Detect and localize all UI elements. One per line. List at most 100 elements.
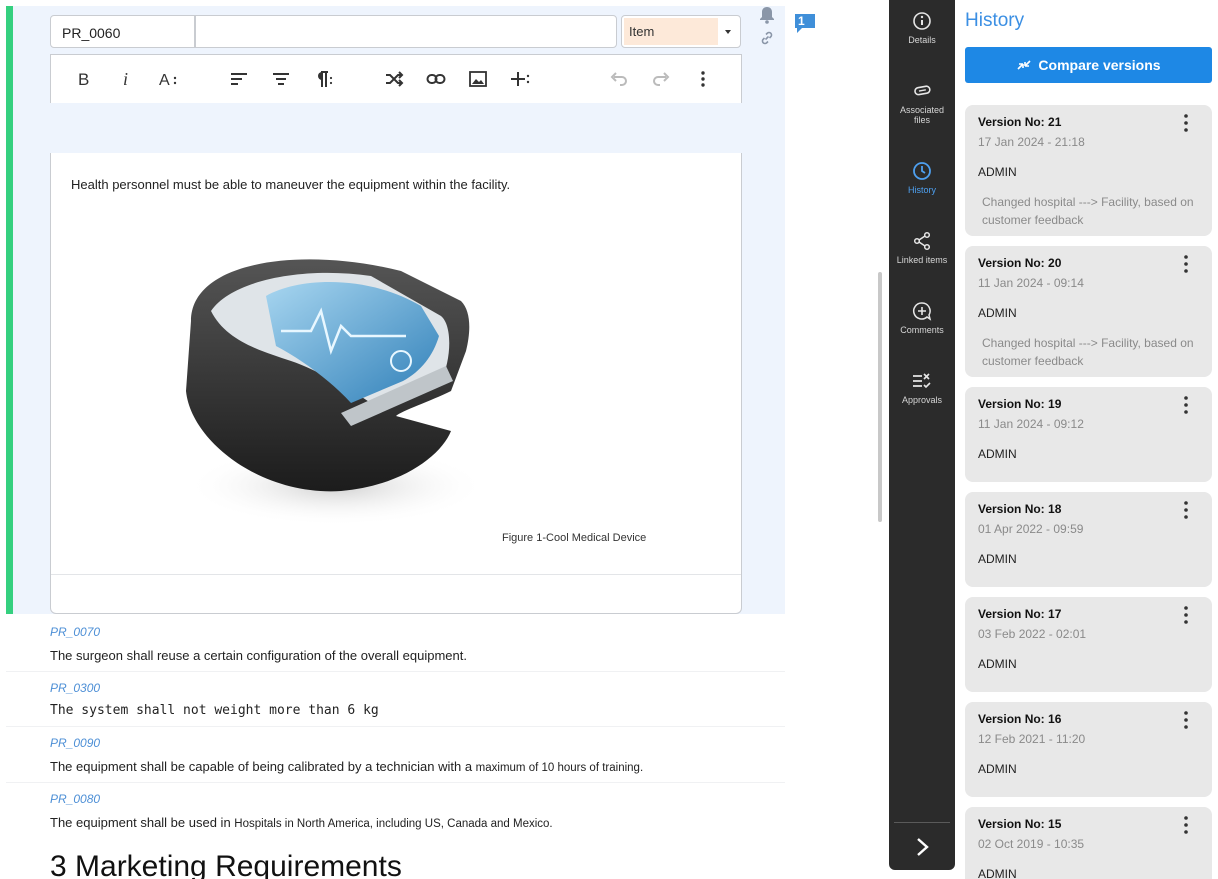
version-user: ADMIN	[978, 867, 1017, 879]
comment-count: 1	[798, 14, 805, 28]
requirement-body-text: Health personnel must be able to maneuve…	[71, 177, 511, 192]
rail-item-approvals[interactable]: Approvals	[889, 371, 955, 405]
rail-item-linked-items[interactable]: Linked items	[889, 231, 955, 265]
undo-icon	[610, 72, 627, 86]
document-body[interactable]: Health personnel must be able to maneuve…	[50, 153, 742, 614]
kebab-menu-icon[interactable]	[1179, 815, 1193, 835]
kebab-menu-icon[interactable]	[1179, 500, 1193, 520]
font-size-icon: A	[159, 72, 177, 89]
requirement-text: The equipment shall be used in Hospitals…	[50, 815, 785, 830]
version-number: Version No: 21	[978, 115, 1062, 129]
item-title-field[interactable]	[195, 15, 617, 48]
kebab-menu-icon[interactable]	[1179, 395, 1193, 415]
side-icon-rail: Details Associated files History Linked …	[889, 0, 955, 870]
comment-count-badge[interactable]: 1	[794, 13, 816, 34]
version-card[interactable]: Version No: 15 02 Oct 2019 - 10:35 ADMIN	[965, 807, 1212, 879]
requirement-text: The surgeon shall reuse a certain config…	[50, 648, 467, 663]
clock-icon	[913, 162, 931, 180]
panel-title: History	[965, 10, 1025, 31]
version-user: ADMIN	[978, 306, 1017, 320]
list-item[interactable]: PR_0080 The equipment shall be used in H…	[50, 792, 785, 830]
version-card[interactable]: Version No: 20 11 Jan 2024 - 09:14 ADMIN…	[965, 246, 1212, 377]
version-note: Changed hospital ---> Facility, based on…	[982, 195, 1194, 227]
link-icon[interactable]	[759, 30, 775, 46]
insert-more-button[interactable]	[508, 67, 532, 91]
figure-caption: Figure 1-Cool Medical Device	[502, 532, 647, 544]
paragraph-icon	[318, 71, 333, 87]
bold-button[interactable]: B	[72, 67, 96, 91]
font-size-button[interactable]: A	[156, 67, 180, 91]
redo-button[interactable]	[649, 67, 673, 91]
medical-device-image	[186, 259, 486, 526]
rail-item-associated-files[interactable]: Associated files	[889, 81, 955, 125]
compare-arrows-icon	[1017, 60, 1031, 70]
more-options-button[interactable]	[691, 67, 715, 91]
version-date: 11 Jan 2024 - 09:12	[978, 417, 1084, 431]
version-date: 11 Jan 2024 - 09:14	[978, 276, 1084, 290]
section-heading: 3 Marketing Requirements	[50, 850, 402, 879]
list-item[interactable]: PR_0070 The surgeon shall reuse a certai…	[50, 625, 785, 663]
requirement-id[interactable]: PR_0090	[50, 736, 785, 750]
align-left-button[interactable]	[227, 67, 251, 91]
divider	[6, 726, 785, 727]
requirement-id[interactable]: PR_0300	[50, 681, 785, 695]
caret-down-icon	[725, 30, 731, 34]
info-icon	[913, 12, 931, 30]
rail-item-details[interactable]: Details	[889, 11, 955, 45]
redo-icon	[653, 72, 670, 86]
compare-versions-label: Compare versions	[1038, 57, 1161, 73]
add-comment-icon	[912, 302, 932, 321]
version-card[interactable]: Version No: 19 11 Jan 2024 - 09:12 ADMIN	[965, 387, 1212, 482]
editor-toolbar: B i A	[50, 54, 742, 103]
rail-label: Linked items	[896, 255, 948, 265]
kebab-menu-icon[interactable]	[1179, 113, 1193, 133]
version-date: 12 Feb 2021 - 11:20	[978, 732, 1086, 746]
divider	[6, 671, 785, 672]
version-card[interactable]: Version No: 18 01 Apr 2022 - 09:59 ADMIN	[965, 492, 1212, 587]
align-center-icon	[273, 73, 289, 85]
version-card[interactable]: Version No: 21 17 Jan 2024 - 21:18 ADMIN…	[965, 105, 1212, 236]
rail-item-history[interactable]: History	[889, 161, 955, 195]
svg-text:A: A	[159, 72, 170, 89]
version-card[interactable]: Version No: 17 03 Feb 2022 - 02:01 ADMIN	[965, 597, 1212, 692]
scrollbar[interactable]	[878, 272, 882, 522]
list-item[interactable]: PR_0090 The equipment shall be capable o…	[50, 736, 785, 774]
version-number: Version No: 15	[978, 817, 1062, 831]
align-center-button[interactable]	[269, 67, 293, 91]
item-id-field[interactable]: PR_0060	[50, 15, 195, 48]
kebab-menu-icon[interactable]	[1179, 254, 1193, 274]
kebab-menu-icon[interactable]	[1179, 710, 1193, 730]
requirement-text-small: Hospitals in North America, including US…	[234, 818, 553, 830]
rail-label: History	[907, 185, 936, 195]
requirement-id[interactable]: PR_0070	[50, 625, 785, 639]
edit-marker-bar	[6, 6, 13, 614]
requirement-text-main: The equipment shall be used in	[50, 815, 235, 830]
requirement-text-small: maximum of 10 hours of training.	[475, 762, 644, 774]
italic-button[interactable]: i	[114, 67, 138, 91]
expand-chevron-right-icon[interactable]	[911, 836, 933, 858]
insert-link-button[interactable]	[424, 67, 448, 91]
rail-label: Comments	[900, 325, 944, 335]
divider	[6, 782, 785, 783]
version-number: Version No: 17	[978, 607, 1062, 621]
rail-label: Approvals	[901, 395, 943, 405]
item-type-select[interactable]: Item	[621, 15, 741, 48]
compare-versions-button[interactable]: Compare versions	[965, 47, 1212, 83]
item-type-value: Item	[624, 18, 718, 45]
kebab-menu-icon[interactable]	[1179, 605, 1193, 625]
rail-item-comments[interactable]: Comments	[889, 301, 955, 335]
version-card[interactable]: Version No: 16 12 Feb 2021 - 11:20 ADMIN	[965, 702, 1212, 797]
insert-image-button[interactable]	[466, 67, 490, 91]
undo-button[interactable]	[607, 67, 631, 91]
divider	[51, 574, 741, 575]
shuffle-button[interactable]	[382, 67, 406, 91]
requirement-text: The system shall not weight more than 6 …	[50, 703, 379, 718]
shuffle-icon	[386, 71, 404, 87]
list-item[interactable]: PR_0300 The system shall not weight more…	[50, 681, 785, 718]
version-date: 03 Feb 2022 - 02:01	[978, 627, 1087, 641]
paragraph-button[interactable]	[311, 67, 335, 91]
bell-icon[interactable]	[759, 6, 775, 24]
version-user: ADMIN	[978, 165, 1017, 179]
version-date: 02 Oct 2019 - 10:35	[978, 837, 1085, 851]
requirement-id[interactable]: PR_0080	[50, 792, 785, 806]
